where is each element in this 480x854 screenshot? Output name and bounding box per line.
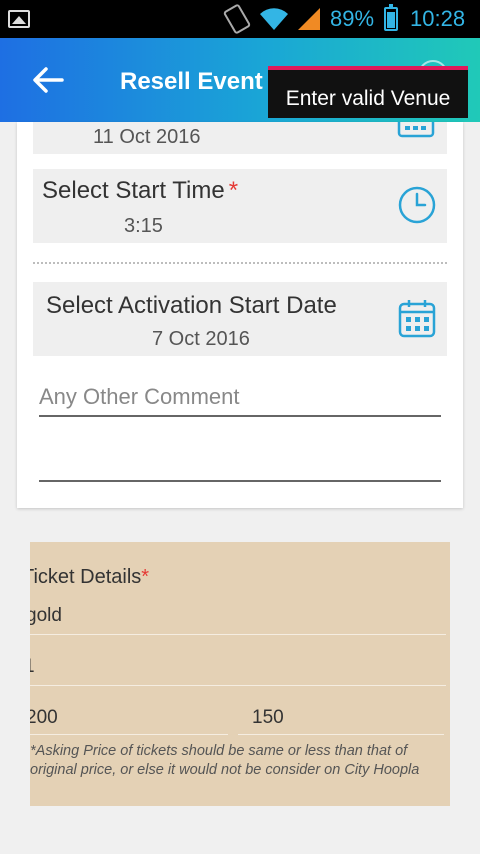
divider [30,734,228,735]
ticket-type-value[interactable]: gold [30,605,62,627]
start-time-field[interactable]: Select Start Time * 3:15 [33,169,447,243]
back-arrow-icon[interactable] [28,60,68,100]
calendar-icon [398,300,436,338]
price-note: *Asking Price of tickets should be same … [30,743,420,778]
asking-price-value[interactable]: 150 [252,707,284,729]
activation-date-field[interactable]: Select Activation Start Date 7 Oct 2016 [33,282,447,356]
toast-message: Enter valid Venue [268,66,468,118]
start-time-label: Select Start Time * [42,177,239,204]
event-form-card: 11 Oct 2016 Select Start Time * 3:15 Sele… [17,122,463,508]
comment-underline [39,415,441,417]
divider [30,685,446,686]
ticket-details-panel: Ticket Details* gold 1 200 150 *Asking P… [30,542,450,806]
comment-underline-2 [39,480,441,482]
wifi-icon [260,8,288,30]
event-date-value: 11 Oct 2016 [93,126,201,148]
activation-date-label: Select Activation Start Date [46,292,337,319]
clock-icon [398,186,436,224]
divider [30,634,446,635]
divider [33,262,447,264]
activation-date-value: 7 Oct 2016 [152,328,250,350]
status-bar: 89% 10:28 [0,0,480,38]
vibrate-icon [222,3,252,35]
gallery-icon [8,10,30,28]
original-price-value[interactable]: 200 [30,707,58,729]
calendar-icon [397,122,435,138]
ticket-quantity-value[interactable]: 1 [30,656,35,678]
battery-percent: 89% [330,6,375,31]
clock: 10:28 [410,6,466,31]
start-time-value: 3:15 [124,215,163,237]
event-date-field[interactable]: 11 Oct 2016 [33,122,447,154]
signal-icon [298,8,320,30]
comment-input[interactable]: Any Other Comment [39,384,441,410]
battery-icon [384,4,398,31]
ticket-details-title: Ticket Details* [30,566,150,588]
divider [238,734,444,735]
